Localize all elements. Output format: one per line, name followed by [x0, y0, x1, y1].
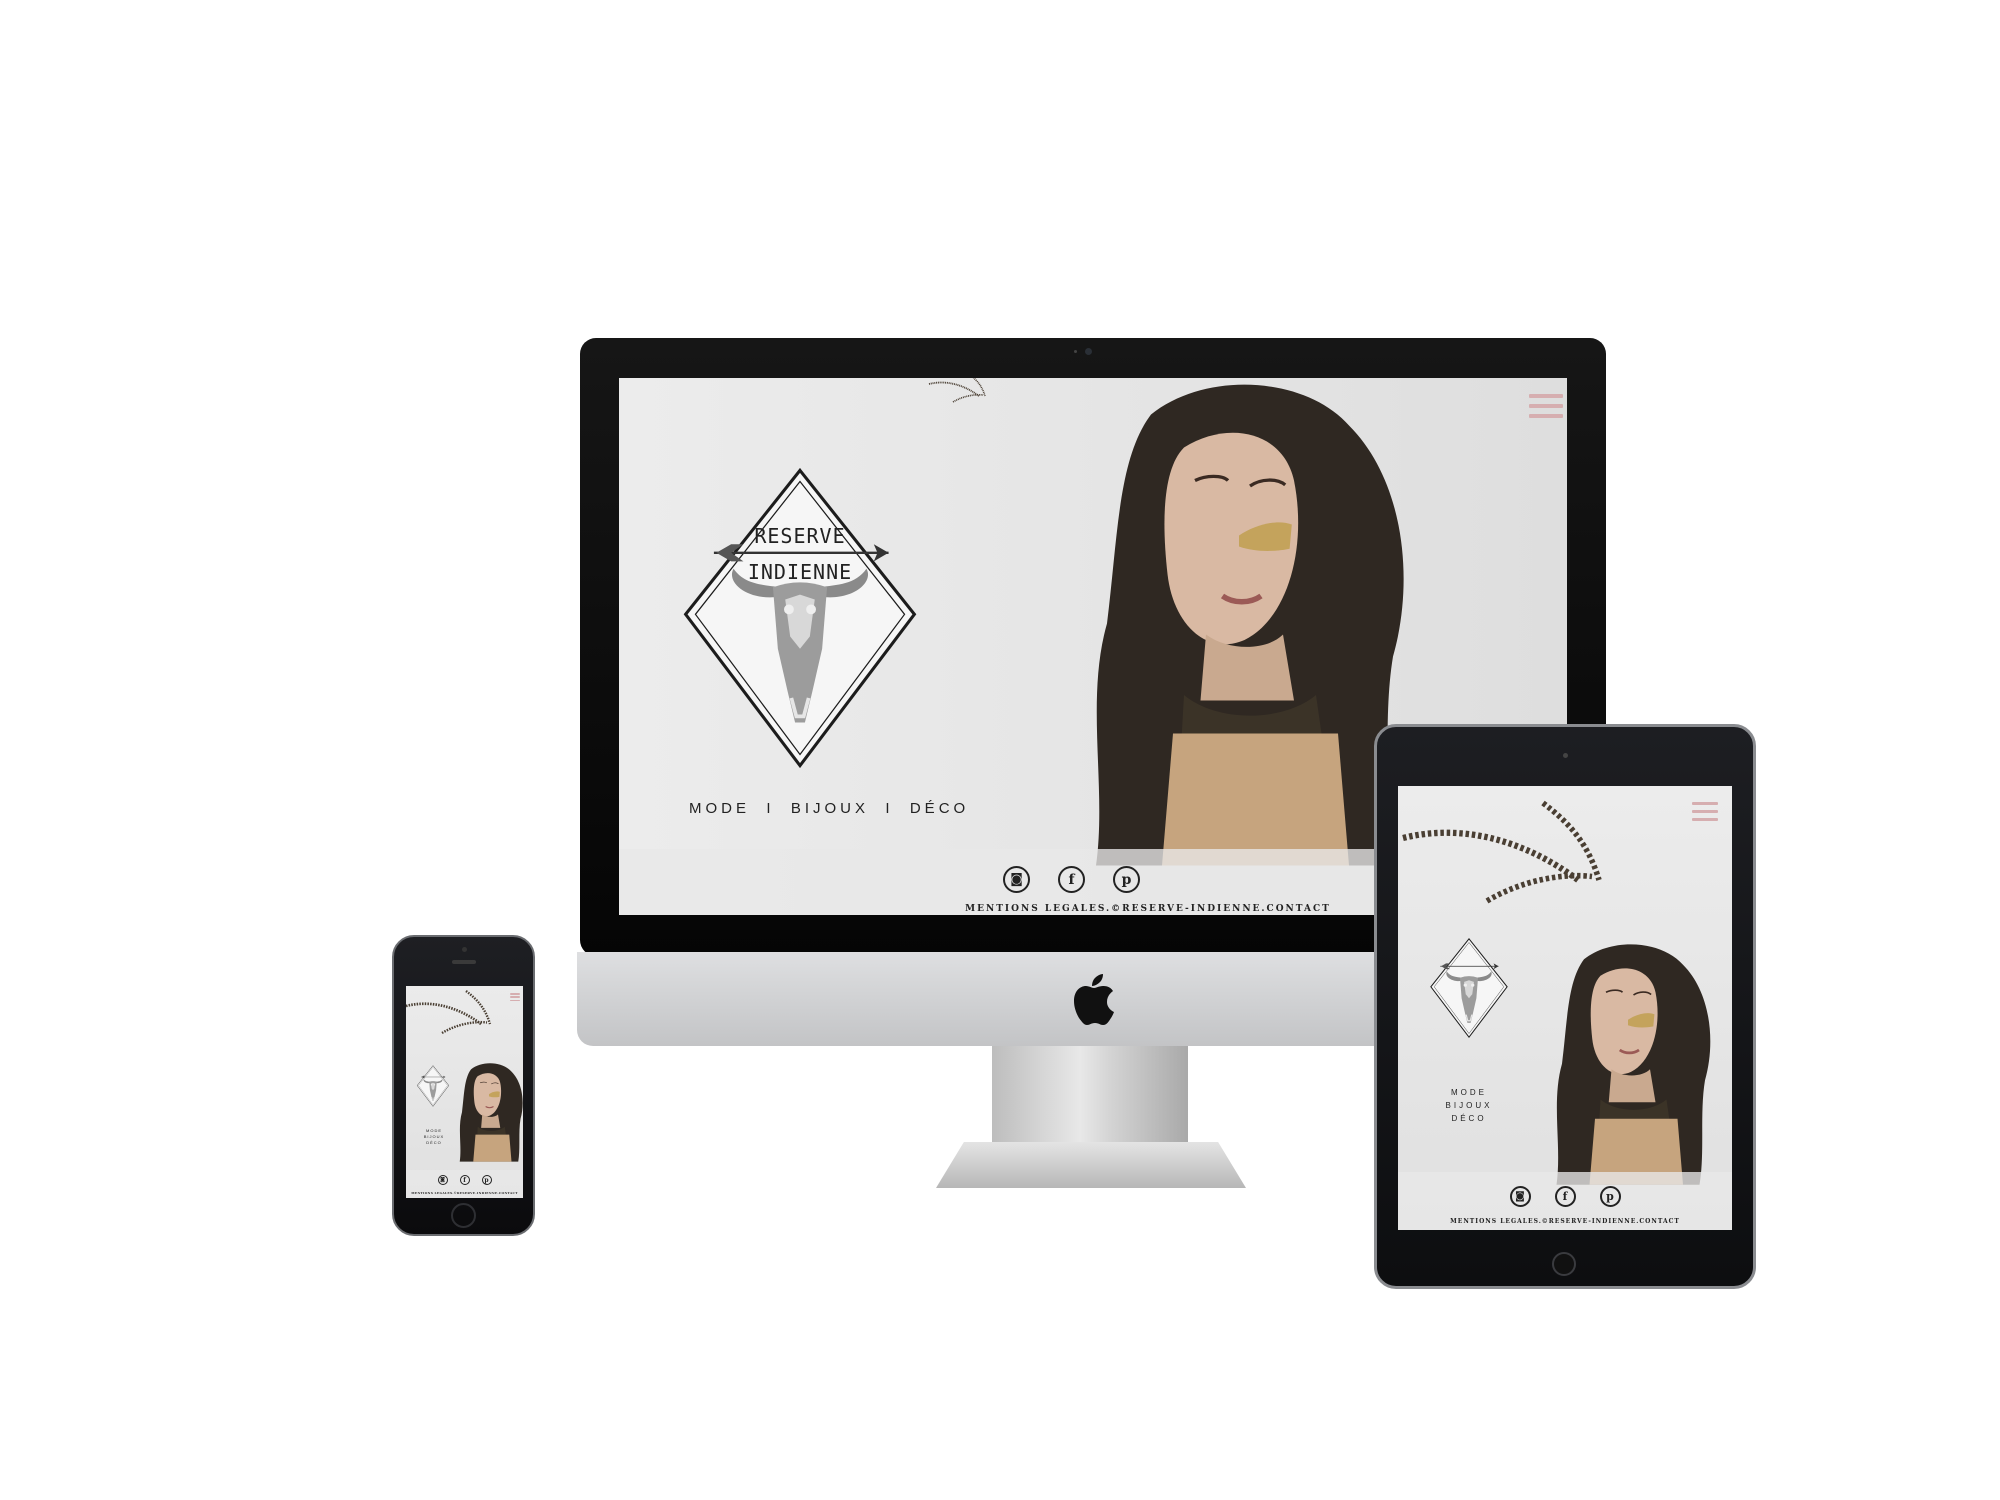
mobile-footer-links[interactable]: MENTIONS LEGALES.©RESERVE-INDIENNE.CONTA… — [406, 1191, 523, 1195]
mobile-facebook-icon[interactable]: f — [459, 1175, 470, 1185]
apple-logo-icon — [1074, 974, 1114, 1025]
imac-stand — [992, 1046, 1188, 1146]
logo-text-line1: RESERVE — [754, 524, 846, 548]
facebook-icon[interactable]: f — [1058, 866, 1085, 893]
tablet-hamburger-menu-icon[interactable] — [1692, 802, 1718, 821]
logo-text-line2: INDIENNE — [747, 560, 853, 584]
nav-item-mode[interactable]: MODE — [1428, 1086, 1510, 1099]
tablet-instagram-icon[interactable]: ◙ — [1509, 1186, 1531, 1207]
mobile-screen: MODE BIJOUX DÉCO ◙ f p MENTIONS LEGALES.… — [406, 986, 523, 1198]
nav-item-bijoux[interactable]: BIJOUX — [1428, 1099, 1510, 1112]
pinterest-icon[interactable]: p — [1113, 866, 1140, 893]
mobile-hamburger-menu-icon[interactable] — [510, 993, 520, 1001]
mobile-nav[interactable]: MODE BIJOUX DÉCO — [414, 1128, 454, 1146]
imac-camera — [1085, 348, 1092, 355]
hamburger-menu-icon[interactable] — [1529, 394, 1563, 418]
brand-logo: RESERVE INDIENNE — [677, 464, 923, 772]
tablet-facebook-icon[interactable]: f — [1554, 1186, 1576, 1207]
iphone-speaker — [452, 960, 476, 964]
imac-mic — [1074, 350, 1077, 353]
tablet-feather-decoration — [1398, 796, 1618, 936]
mobile-social-links: ◙ f p — [406, 1175, 523, 1185]
mobile-brand-logo — [416, 1064, 450, 1108]
mobile-nav-item-deco[interactable]: DÉCO — [414, 1140, 454, 1146]
tablet-pinterest-icon[interactable]: p — [1599, 1186, 1621, 1207]
iphone-home-button — [451, 1203, 476, 1228]
ipad-camera — [1563, 753, 1568, 758]
ipad-home-button — [1552, 1252, 1576, 1276]
tablet-brand-logo — [1428, 936, 1510, 1040]
tablet-screen: MODE BIJOUX DÉCO ◙ f p MENTIONS LEGALES.… — [1398, 786, 1732, 1230]
imac-foot — [936, 1142, 1246, 1188]
instagram-icon[interactable]: ◙ — [1003, 866, 1030, 893]
mobile-instagram-icon[interactable]: ◙ — [437, 1175, 448, 1185]
mobile-model-image — [444, 1036, 523, 1186]
iphone-camera — [462, 947, 467, 952]
tablet-footer-links[interactable]: MENTIONS LEGALES.©RESERVE-INDIENNE.CONTA… — [1398, 1218, 1732, 1225]
tablet-social-links: ◙ f p — [1398, 1186, 1732, 1207]
mobile-pinterest-icon[interactable]: p — [481, 1175, 492, 1185]
mobile-feather-decoration — [406, 988, 496, 1048]
main-nav[interactable]: MODE I BIJOUX I DÉCO — [689, 800, 969, 817]
feather-decoration — [899, 378, 1019, 412]
nav-item-deco[interactable]: DÉCO — [1428, 1112, 1510, 1125]
tablet-nav[interactable]: MODE BIJOUX DÉCO — [1428, 1086, 1510, 1125]
